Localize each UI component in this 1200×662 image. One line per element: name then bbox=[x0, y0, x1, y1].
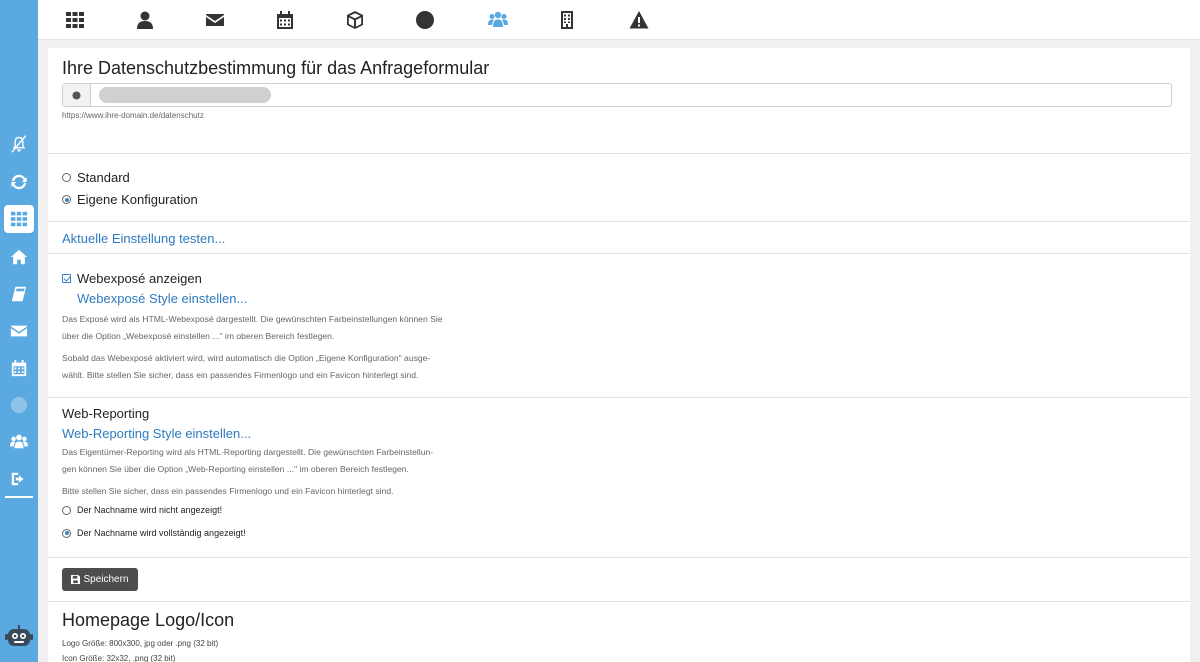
grid-icon bbox=[10, 210, 28, 228]
homepage-logo-title: Homepage Logo/Icon bbox=[62, 610, 235, 630]
envelope-icon bbox=[10, 322, 28, 340]
privacy-url-input[interactable] bbox=[97, 86, 1157, 104]
test-settings-link[interactable]: Aktuelle Einstellung testen... bbox=[62, 231, 225, 246]
bell-slash-icon bbox=[10, 135, 28, 153]
sidebar-refresh[interactable] bbox=[4, 168, 34, 196]
privacy-title: Ihre Datenschutzbestimmung für das Anfra… bbox=[62, 58, 490, 78]
webexpose-checkbox[interactable] bbox=[62, 274, 71, 283]
sidebar-calendar[interactable] bbox=[4, 354, 34, 382]
webexpose-style-link[interactable]: Webexposé Style einstellen... bbox=[77, 291, 247, 306]
toolbar-mail[interactable] bbox=[203, 8, 227, 32]
toolbar-company[interactable] bbox=[555, 8, 579, 32]
radio-custom-config[interactable]: Eigene Konfiguration bbox=[62, 192, 198, 207]
webexpose-checkbox-label: Webexposé anzeigen bbox=[77, 271, 202, 286]
radio-lastname-hidden-circle[interactable] bbox=[62, 505, 71, 515]
radio-custom-config-circle[interactable] bbox=[62, 195, 71, 204]
sidebar-sign-out[interactable] bbox=[4, 465, 34, 493]
webexpose-description: Das Exposé wird als HTML-Webexposé darge… bbox=[62, 311, 492, 384]
radio-lastname-hidden[interactable]: Der Nachname wird nicht angezeigt! bbox=[62, 505, 222, 515]
webexpose-desc-line: wählt. Bitte stellen Sie sicher, dass ei… bbox=[62, 370, 419, 380]
radio-lastname-full-circle[interactable] bbox=[62, 528, 71, 538]
home-icon bbox=[10, 248, 28, 266]
calendar-icon bbox=[10, 359, 28, 377]
test-section: Aktuelle Einstellung testen... bbox=[48, 222, 1190, 254]
sidebar-web[interactable] bbox=[4, 391, 34, 419]
webexpose-desc-line: über die Option „Webexposé einstellen ..… bbox=[62, 331, 335, 341]
save-section bbox=[48, 558, 1190, 602]
toolbar-web[interactable] bbox=[413, 8, 437, 32]
users-icon bbox=[10, 433, 28, 451]
globe-icon bbox=[415, 10, 435, 30]
top-toolbar bbox=[38, 0, 1200, 40]
toolbar-contacts[interactable] bbox=[133, 8, 157, 32]
sidebar-users[interactable] bbox=[4, 428, 34, 456]
settings-panel: Ihre Datenschutzbestimmung für das Anfra… bbox=[48, 48, 1190, 662]
users-icon bbox=[488, 10, 508, 30]
radio-lastname-hidden-label: Der Nachname wird nicht angezeigt! bbox=[77, 505, 223, 515]
toolbar-warnings[interactable] bbox=[627, 8, 651, 32]
webreporting-desc-line: Bitte stellen Sie sicher, dass ein passe… bbox=[62, 486, 394, 496]
webexpose-checkbox-row[interactable]: Webexposé anzeigen bbox=[62, 271, 202, 286]
webexpose-desc-line: Sobald das Webexposé aktiviert wird, wir… bbox=[62, 353, 431, 363]
robot-icon[interactable] bbox=[5, 624, 33, 650]
sidebar-divider bbox=[5, 496, 33, 498]
config-section: Standard Eigene Konfiguration bbox=[48, 154, 1190, 222]
logo-size-info: Logo Größe: 800x300, jpg oder .png (32 b… bbox=[62, 639, 219, 648]
left-sidebar bbox=[0, 0, 38, 662]
grid-icon bbox=[65, 10, 85, 30]
radio-custom-config-label: Eigene Konfiguration bbox=[77, 192, 198, 207]
warning-icon bbox=[629, 10, 649, 30]
refresh-icon bbox=[10, 173, 28, 191]
sign-out-icon bbox=[10, 470, 28, 488]
privacy-url-group bbox=[62, 83, 1172, 107]
sidebar-book[interactable] bbox=[4, 280, 34, 308]
webreporting-desc-line: Das Eigentümer-Reporting wird als HTML-R… bbox=[62, 447, 434, 457]
privacy-section: Ihre Datenschutzbestimmung für das Anfra… bbox=[48, 48, 1190, 154]
radio-lastname-full[interactable]: Der Nachname wird vollständig angezeigt! bbox=[62, 528, 246, 538]
sidebar-home[interactable] bbox=[4, 243, 34, 271]
webexpose-desc-line: Das Exposé wird als HTML-Webexposé darge… bbox=[62, 314, 443, 324]
book-icon bbox=[10, 285, 28, 303]
toolbar-objects[interactable] bbox=[343, 8, 367, 32]
webreporting-title: Web-Reporting bbox=[62, 406, 150, 421]
privacy-url-help: https://www.ihre-domain.de/datenschutz bbox=[62, 111, 204, 120]
globe-icon bbox=[72, 90, 81, 100]
sidebar-notifications-off[interactable] bbox=[4, 130, 34, 158]
icon-size-info: Icon Größe: 32x32, .png (32 bit) bbox=[62, 654, 176, 662]
user-icon bbox=[135, 10, 155, 30]
toolbar-calendar[interactable] bbox=[273, 8, 297, 32]
envelope-icon bbox=[205, 10, 225, 30]
radio-standard[interactable]: Standard bbox=[62, 170, 130, 185]
webreporting-section: Web-Reporting Web-Reporting Style einste… bbox=[48, 398, 1190, 558]
webreporting-style-link[interactable]: Web-Reporting Style einstellen... bbox=[62, 426, 251, 441]
webreporting-description: Das Eigentümer-Reporting wird als HTML-R… bbox=[62, 444, 492, 500]
globe-icon bbox=[10, 396, 28, 414]
webexpose-section: Webexposé anzeigen Webexposé Style einst… bbox=[48, 254, 1190, 398]
webreporting-desc-line: gen können Sie über die Option „Web-Repo… bbox=[62, 464, 409, 474]
radio-standard-label: Standard bbox=[77, 170, 130, 185]
calendar-icon bbox=[275, 10, 295, 30]
sidebar-dashboard[interactable] bbox=[4, 205, 34, 233]
content-area: Ihre Datenschutzbestimmung für das Anfra… bbox=[38, 40, 1200, 662]
radio-standard-circle[interactable] bbox=[62, 173, 71, 182]
toolbar-dashboard[interactable] bbox=[63, 8, 87, 32]
toolbar-users[interactable] bbox=[486, 8, 510, 32]
sidebar-mail[interactable] bbox=[4, 317, 34, 345]
building-icon bbox=[557, 10, 577, 30]
cube-icon bbox=[345, 10, 365, 30]
url-addon bbox=[63, 84, 91, 106]
radio-lastname-full-label: Der Nachname wird vollständig angezeigt! bbox=[77, 528, 246, 538]
